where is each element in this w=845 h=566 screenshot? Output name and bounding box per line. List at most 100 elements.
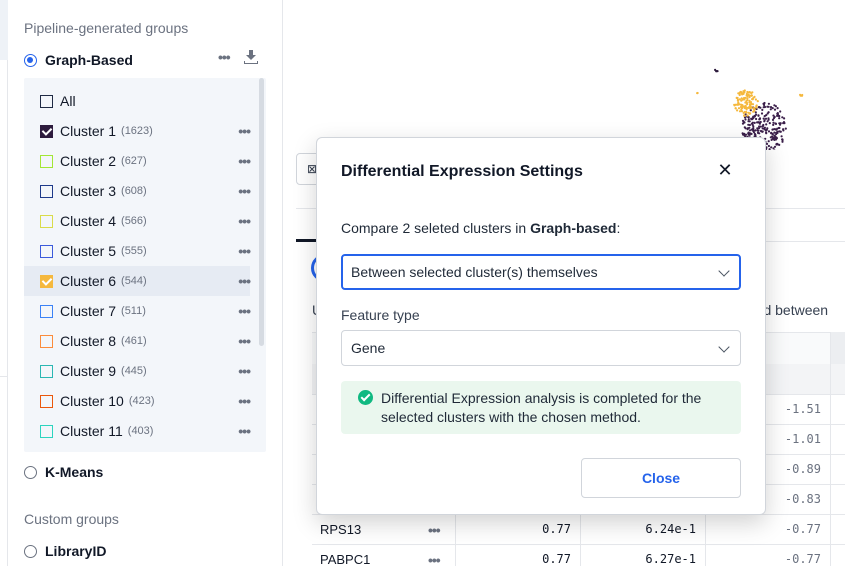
cluster-row[interactable]: Cluster 1 (1623) ••• bbox=[24, 116, 251, 146]
cluster-row[interactable]: All bbox=[24, 86, 250, 116]
graph-based-label: Graph-Based bbox=[45, 52, 133, 68]
comparison-mode-select[interactable]: Between selected cluster(s) themselves bbox=[341, 254, 741, 290]
close-button[interactable]: Close bbox=[581, 458, 741, 498]
more-options-icon[interactable]: ••• bbox=[218, 50, 231, 64]
more-options-icon[interactable]: ••• bbox=[428, 553, 441, 566]
more-options-icon[interactable]: ••• bbox=[238, 184, 251, 198]
more-options-icon[interactable]: ••• bbox=[238, 274, 251, 288]
umap-point bbox=[775, 131, 778, 134]
cluster-row[interactable]: Cluster 6 (544) ••• bbox=[24, 266, 251, 296]
checkbox-checked-icon[interactable] bbox=[40, 124, 53, 138]
umap-point bbox=[745, 111, 748, 114]
more-options-icon[interactable]: ••• bbox=[238, 244, 251, 258]
checkbox-checked-icon[interactable] bbox=[40, 274, 53, 288]
umap-point bbox=[773, 149, 776, 150]
umap-point bbox=[779, 110, 782, 113]
more-options-icon[interactable]: ••• bbox=[238, 214, 251, 228]
checkbox-icon[interactable] bbox=[40, 394, 53, 408]
download-icon[interactable] bbox=[243, 50, 258, 64]
cluster-count: (608) bbox=[121, 185, 147, 197]
cluster-count: (555) bbox=[121, 245, 147, 257]
umap-point bbox=[764, 117, 768, 120]
more-options-icon[interactable]: ••• bbox=[238, 154, 251, 168]
cluster-label: Cluster 6 bbox=[60, 273, 117, 289]
cluster-row[interactable]: Cluster 2 (627) ••• bbox=[24, 146, 251, 176]
success-alert: Differential Expression analysis is comp… bbox=[341, 381, 741, 434]
umap-point bbox=[758, 132, 761, 135]
umap-point bbox=[753, 95, 756, 98]
radio-selected-icon bbox=[24, 53, 37, 67]
more-options-icon[interactable]: ••• bbox=[238, 124, 251, 138]
cluster-row[interactable]: Cluster 8 (461) ••• bbox=[24, 326, 251, 356]
libraryid-radio[interactable]: LibraryID bbox=[24, 543, 106, 559]
cluster-row[interactable]: Cluster 3 (608) ••• bbox=[24, 176, 251, 206]
umap-point bbox=[753, 114, 756, 117]
umap-point bbox=[746, 90, 749, 94]
umap-point bbox=[763, 126, 766, 129]
umap-point bbox=[746, 103, 749, 106]
row-divider bbox=[312, 544, 845, 545]
cluster-row[interactable]: Cluster 7 (511) ••• bbox=[24, 296, 251, 326]
kmeans-label: K-Means bbox=[45, 464, 104, 480]
cluster-label: Cluster 8 bbox=[60, 333, 117, 349]
umap-point bbox=[749, 112, 752, 115]
checkbox-icon[interactable] bbox=[40, 304, 53, 318]
table-cell: -0.77 bbox=[784, 552, 821, 566]
more-options-icon[interactable]: ••• bbox=[238, 424, 251, 438]
kmeans-radio[interactable]: K-Means bbox=[24, 464, 103, 480]
feature-type-select[interactable]: Gene bbox=[341, 330, 741, 366]
umap-point bbox=[776, 107, 779, 110]
umap-point bbox=[733, 103, 736, 106]
umap-point bbox=[783, 122, 786, 125]
cluster-row[interactable]: Cluster 11 (403) ••• bbox=[24, 416, 251, 446]
more-options-icon[interactable]: ••• bbox=[238, 334, 251, 348]
umap-point bbox=[747, 131, 750, 134]
more-options-icon[interactable]: ••• bbox=[238, 364, 251, 378]
checkbox-icon[interactable] bbox=[40, 94, 53, 108]
umap-point bbox=[750, 102, 753, 106]
success-message: Differential Expression analysis is comp… bbox=[381, 390, 702, 425]
checkbox-icon[interactable] bbox=[40, 154, 53, 168]
umap-point bbox=[773, 131, 776, 134]
umap-point bbox=[742, 111, 745, 114]
umap-point bbox=[743, 114, 746, 117]
cluster-row[interactable]: Cluster 4 (566) ••• bbox=[24, 206, 251, 236]
umap-point bbox=[765, 142, 769, 145]
umap-point bbox=[766, 120, 769, 123]
more-options-icon[interactable]: ••• bbox=[238, 304, 251, 318]
more-options-icon[interactable]: ••• bbox=[428, 523, 441, 537]
checkbox-icon[interactable] bbox=[40, 184, 53, 198]
umap-point bbox=[750, 106, 753, 109]
checkbox-icon[interactable] bbox=[40, 424, 53, 438]
umap-point bbox=[781, 138, 784, 141]
graph-based-radio[interactable]: Graph-Based bbox=[24, 52, 133, 68]
umap-point bbox=[757, 114, 760, 117]
compare-group: Graph-based bbox=[530, 220, 617, 236]
more-options-icon[interactable]: ••• bbox=[238, 394, 251, 408]
cluster-list-scrollbar[interactable] bbox=[259, 78, 264, 346]
umap-point bbox=[754, 129, 757, 132]
table-cell: RPS13 bbox=[320, 522, 362, 537]
checkbox-icon[interactable] bbox=[40, 214, 53, 228]
cluster-label: Cluster 1 bbox=[60, 123, 117, 139]
umap-point bbox=[762, 123, 765, 127]
cluster-row[interactable]: Cluster 9 (445) ••• bbox=[24, 356, 251, 386]
umap-point bbox=[778, 114, 781, 118]
close-icon[interactable]: ✕ bbox=[715, 160, 735, 180]
feature-type-label: Feature type bbox=[341, 307, 420, 323]
cluster-row[interactable]: Cluster 5 (555) ••• bbox=[24, 236, 251, 266]
checkbox-icon[interactable] bbox=[40, 364, 53, 378]
umap-point bbox=[743, 89, 746, 92]
umap-point bbox=[760, 112, 764, 115]
umap-point bbox=[757, 121, 760, 124]
checkbox-icon[interactable] bbox=[40, 334, 53, 348]
checkbox-icon[interactable] bbox=[40, 244, 53, 258]
umap-point bbox=[761, 108, 764, 111]
umap-point bbox=[696, 91, 699, 95]
umap-point bbox=[766, 112, 769, 115]
umap-point bbox=[755, 104, 758, 107]
cluster-label: Cluster 7 bbox=[60, 303, 117, 319]
umap-point bbox=[772, 121, 775, 124]
cluster-count: (1623) bbox=[121, 125, 153, 137]
cluster-row[interactable]: Cluster 10 (423) ••• bbox=[24, 386, 251, 416]
